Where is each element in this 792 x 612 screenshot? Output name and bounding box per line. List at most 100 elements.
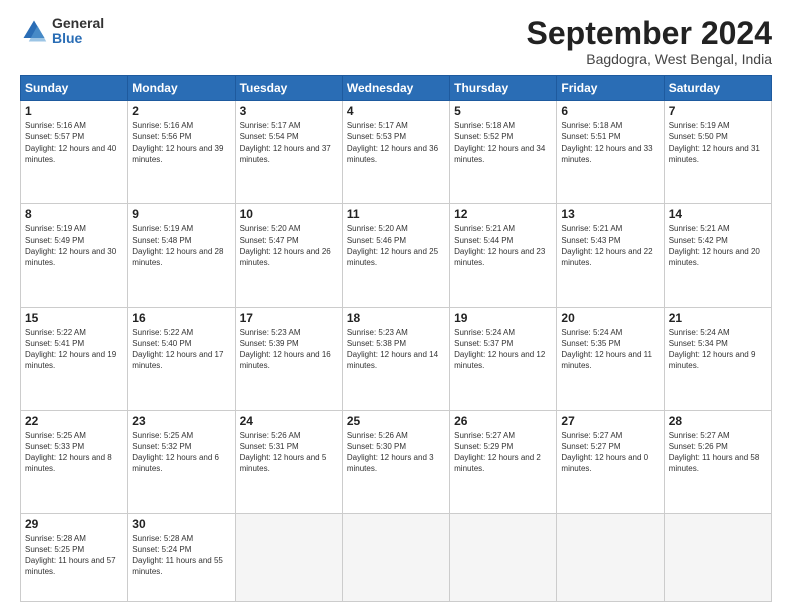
calendar-row: 1 Sunrise: 5:16 AMSunset: 5:57 PMDaylight…: [21, 101, 772, 204]
day-number: 10: [240, 207, 338, 221]
table-row: 15Sunrise: 5:22 AMSunset: 5:41 PMDayligh…: [21, 307, 128, 410]
day-info: Sunrise: 5:22 AMSunset: 5:40 PMDaylight:…: [132, 327, 230, 372]
calendar-table: Sunday Monday Tuesday Wednesday Thursday…: [20, 75, 772, 602]
table-row: 11 Sunrise: 5:20 AMSunset: 5:46 PMDayligh…: [342, 204, 449, 307]
table-row: 1 Sunrise: 5:16 AMSunset: 5:57 PMDaylight…: [21, 101, 128, 204]
logo-general: General: [52, 16, 104, 31]
col-monday: Monday: [128, 76, 235, 101]
day-info: Sunrise: 5:25 AMSunset: 5:32 PMDaylight:…: [132, 430, 230, 475]
day-number: 20: [561, 311, 659, 325]
day-info: Sunrise: 5:21 AMSunset: 5:42 PMDaylight:…: [669, 223, 767, 268]
day-number: 30: [132, 517, 230, 531]
day-number: 11: [347, 207, 445, 221]
col-saturday: Saturday: [664, 76, 771, 101]
col-friday: Friday: [557, 76, 664, 101]
table-row: 27 Sunrise: 5:27 AMSunset: 5:27 PMDayligh…: [557, 410, 664, 513]
day-info: Sunrise: 5:28 AMSunset: 5:24 PMDaylight:…: [132, 533, 230, 578]
day-number: 28: [669, 414, 767, 428]
day-number: 4: [347, 104, 445, 118]
table-row: 2 Sunrise: 5:16 AMSunset: 5:56 PMDaylight…: [128, 101, 235, 204]
day-info: Sunrise: 5:24 AMSunset: 5:37 PMDaylight:…: [454, 327, 552, 372]
logo-text: General Blue: [52, 16, 104, 47]
page: General Blue September 2024 Bagdogra, We…: [0, 0, 792, 612]
logo-icon: [20, 17, 48, 45]
day-number: 7: [669, 104, 767, 118]
col-wednesday: Wednesday: [342, 76, 449, 101]
day-number: 29: [25, 517, 123, 531]
table-row: 4Sunrise: 5:17 AMSunset: 5:53 PMDaylight…: [342, 101, 449, 204]
day-number: 22: [25, 414, 123, 428]
table-row: 12 Sunrise: 5:21 AMSunset: 5:44 PMDayligh…: [450, 204, 557, 307]
calendar-header-row: Sunday Monday Tuesday Wednesday Thursday…: [21, 76, 772, 101]
day-number: 26: [454, 414, 552, 428]
table-row: 5 Sunrise: 5:18 AMSunset: 5:52 PMDaylight…: [450, 101, 557, 204]
day-number: 15: [25, 311, 123, 325]
table-row: [557, 513, 664, 601]
location-subtitle: Bagdogra, West Bengal, India: [527, 51, 772, 67]
day-info: Sunrise: 5:23 AMSunset: 5:39 PMDaylight:…: [240, 327, 338, 372]
table-row: 29 Sunrise: 5:28 AMSunset: 5:25 PMDayligh…: [21, 513, 128, 601]
day-info: Sunrise: 5:20 AMSunset: 5:46 PMDaylight:…: [347, 223, 445, 268]
day-info: Sunrise: 5:27 AMSunset: 5:26 PMDaylight:…: [669, 430, 767, 475]
day-info: Sunrise: 5:18 AMSunset: 5:51 PMDaylight:…: [561, 120, 659, 165]
day-number: 12: [454, 207, 552, 221]
logo: General Blue: [20, 16, 104, 47]
table-row: [235, 513, 342, 601]
day-info: Sunrise: 5:27 AMSunset: 5:27 PMDaylight:…: [561, 430, 659, 475]
table-row: 26 Sunrise: 5:27 AMSunset: 5:29 PMDayligh…: [450, 410, 557, 513]
day-number: 13: [561, 207, 659, 221]
day-info: Sunrise: 5:19 AMSunset: 5:48 PMDaylight:…: [132, 223, 230, 268]
table-row: 8 Sunrise: 5:19 AMSunset: 5:49 PMDaylight…: [21, 204, 128, 307]
day-info: Sunrise: 5:20 AMSunset: 5:47 PMDaylight:…: [240, 223, 338, 268]
day-number: 1: [25, 104, 123, 118]
day-info: Sunrise: 5:21 AMSunset: 5:43 PMDaylight:…: [561, 223, 659, 268]
table-row: 20Sunrise: 5:24 AMSunset: 5:35 PMDayligh…: [557, 307, 664, 410]
table-row: 21 Sunrise: 5:24 AMSunset: 5:34 PMDayligh…: [664, 307, 771, 410]
calendar-row: 29 Sunrise: 5:28 AMSunset: 5:25 PMDayligh…: [21, 513, 772, 601]
table-row: [342, 513, 449, 601]
calendar-row: 22 Sunrise: 5:25 AMSunset: 5:33 PMDayligh…: [21, 410, 772, 513]
day-number: 5: [454, 104, 552, 118]
day-info: Sunrise: 5:18 AMSunset: 5:52 PMDaylight:…: [454, 120, 552, 165]
day-number: 27: [561, 414, 659, 428]
day-number: 2: [132, 104, 230, 118]
calendar-row: 15Sunrise: 5:22 AMSunset: 5:41 PMDayligh…: [21, 307, 772, 410]
day-number: 6: [561, 104, 659, 118]
day-info: Sunrise: 5:16 AMSunset: 5:57 PMDaylight:…: [25, 120, 123, 165]
table-row: 6 Sunrise: 5:18 AMSunset: 5:51 PMDaylight…: [557, 101, 664, 204]
day-info: Sunrise: 5:16 AMSunset: 5:56 PMDaylight:…: [132, 120, 230, 165]
header: General Blue September 2024 Bagdogra, We…: [20, 16, 772, 67]
day-info: Sunrise: 5:27 AMSunset: 5:29 PMDaylight:…: [454, 430, 552, 475]
table-row: [664, 513, 771, 601]
day-info: Sunrise: 5:23 AMSunset: 5:38 PMDaylight:…: [347, 327, 445, 372]
day-info: Sunrise: 5:24 AMSunset: 5:34 PMDaylight:…: [669, 327, 767, 372]
table-row: 18Sunrise: 5:23 AMSunset: 5:38 PMDayligh…: [342, 307, 449, 410]
day-info: Sunrise: 5:19 AMSunset: 5:49 PMDaylight:…: [25, 223, 123, 268]
day-info: Sunrise: 5:28 AMSunset: 5:25 PMDaylight:…: [25, 533, 123, 578]
col-sunday: Sunday: [21, 76, 128, 101]
day-number: 14: [669, 207, 767, 221]
table-row: 16 Sunrise: 5:22 AMSunset: 5:40 PMDayligh…: [128, 307, 235, 410]
table-row: 10 Sunrise: 5:20 AMSunset: 5:47 PMDayligh…: [235, 204, 342, 307]
table-row: 28 Sunrise: 5:27 AMSunset: 5:26 PMDayligh…: [664, 410, 771, 513]
day-number: 3: [240, 104, 338, 118]
day-number: 9: [132, 207, 230, 221]
day-info: Sunrise: 5:19 AMSunset: 5:50 PMDaylight:…: [669, 120, 767, 165]
table-row: 22 Sunrise: 5:25 AMSunset: 5:33 PMDayligh…: [21, 410, 128, 513]
day-number: 8: [25, 207, 123, 221]
day-info: Sunrise: 5:26 AMSunset: 5:30 PMDaylight:…: [347, 430, 445, 475]
table-row: [450, 513, 557, 601]
col-tuesday: Tuesday: [235, 76, 342, 101]
title-block: September 2024 Bagdogra, West Bengal, In…: [527, 16, 772, 67]
day-number: 16: [132, 311, 230, 325]
table-row: 23Sunrise: 5:25 AMSunset: 5:32 PMDayligh…: [128, 410, 235, 513]
day-info: Sunrise: 5:21 AMSunset: 5:44 PMDaylight:…: [454, 223, 552, 268]
day-info: Sunrise: 5:25 AMSunset: 5:33 PMDaylight:…: [25, 430, 123, 475]
logo-blue: Blue: [52, 31, 104, 46]
table-row: 30 Sunrise: 5:28 AMSunset: 5:24 PMDayligh…: [128, 513, 235, 601]
table-row: 7 Sunrise: 5:19 AMSunset: 5:50 PMDaylight…: [664, 101, 771, 204]
table-row: 19 Sunrise: 5:24 AMSunset: 5:37 PMDayligh…: [450, 307, 557, 410]
day-number: 19: [454, 311, 552, 325]
day-number: 21: [669, 311, 767, 325]
table-row: 13 Sunrise: 5:21 AMSunset: 5:43 PMDayligh…: [557, 204, 664, 307]
